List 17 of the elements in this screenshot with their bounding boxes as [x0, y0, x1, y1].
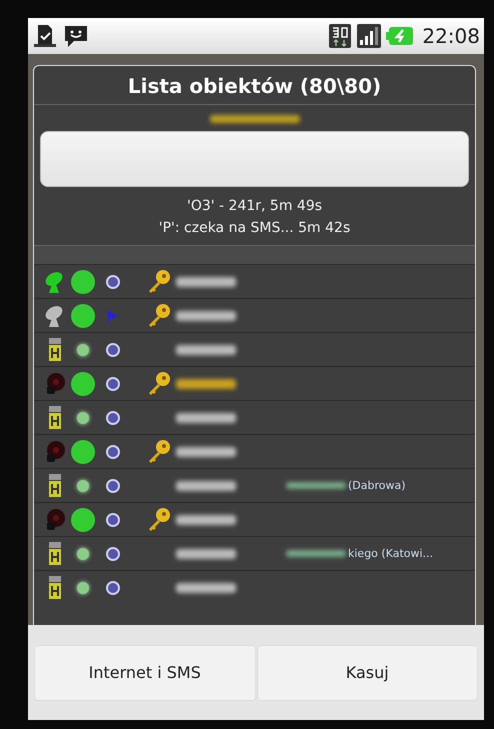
- location-text: (Dabrowa): [348, 479, 406, 492]
- signal-icon: [356, 23, 382, 49]
- search-field[interactable]: [40, 131, 469, 187]
- object-row[interactable]: (Dabrowa): [34, 468, 475, 502]
- dialog-button[interactable]: Internet i SMS: [34, 644, 256, 700]
- dialog-button[interactable]: Kasuj: [256, 644, 478, 700]
- object-row[interactable]: kiego (Katowi...: [34, 536, 475, 570]
- status-text: 'O3' - 241r, 5m 49s: [186, 197, 324, 216]
- dialog-title: Lista obiektów (80\80): [34, 66, 475, 105]
- status-text: 'P': czeka na SMS... 5m 42s: [158, 219, 352, 238]
- location-text: kiego (Katowi...: [348, 547, 434, 560]
- download-done-icon: [32, 23, 58, 49]
- network-3g-icon: [328, 23, 352, 49]
- battery-charging-icon: [386, 26, 414, 46]
- blurred-text: [286, 482, 346, 489]
- blurred-text: [286, 550, 346, 557]
- clock-time: 22:08: [422, 24, 480, 48]
